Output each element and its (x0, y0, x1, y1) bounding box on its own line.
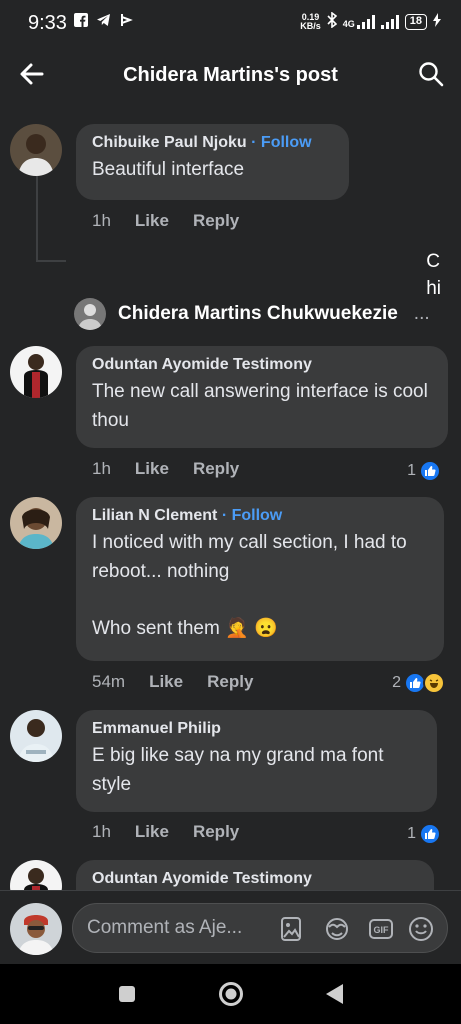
comment-time: 1h (92, 459, 111, 478)
emoji-icon[interactable] (407, 915, 435, 943)
more-ellipsis: ... (413, 303, 430, 324)
comment-input[interactable]: Comment as Aje... GIF (72, 903, 448, 953)
reaction-count: 2 (392, 674, 401, 691)
reply-button[interactable]: Reply (193, 822, 239, 842)
status-bar: 9:33 0.19 KB/s 4G 18 (0, 0, 461, 46)
comment-author[interactable]: Lilian N Clement (92, 507, 217, 524)
comment-actions: 54m Like Reply (92, 672, 253, 692)
comment-composer: Comment as Aje... GIF (0, 890, 461, 964)
photo-icon[interactable] (277, 915, 305, 943)
back-nav-icon[interactable] (324, 983, 344, 1010)
comment-actions: 1h Like Reply (92, 459, 239, 479)
reply-author[interactable]: Chidera Martins Chukwuekezie (118, 303, 398, 325)
thread-line (36, 176, 66, 262)
facebook-icon (74, 13, 88, 31)
follow-button[interactable]: · Follow (222, 507, 282, 524)
reaction-summary[interactable]: 2 (392, 672, 445, 694)
comment-time: 1h (92, 211, 111, 230)
network-speed: 0.19 KB/s (300, 11, 321, 31)
status-time: 9:33 (28, 12, 67, 34)
bluetooth-icon (327, 11, 337, 31)
comment-placeholder: Comment as Aje... (87, 917, 243, 938)
comment-text: E big like say na my grand ma font style (92, 745, 384, 795)
reaction-summary[interactable]: 1 (407, 823, 441, 845)
comment-time: 1h (92, 822, 111, 841)
system-nav-bar (0, 964, 461, 1024)
like-button[interactable]: Like (135, 211, 169, 231)
comment-bubble: Chibuike Paul Njoku · Follow Beautiful i… (76, 124, 349, 200)
svg-text:GIF: GIF (374, 925, 390, 935)
battery-icon: 18 (404, 13, 427, 30)
page-title: Chidera Martins's post (123, 64, 338, 86)
my-avatar[interactable] (10, 903, 62, 955)
comment-text: Beautiful interface (92, 159, 245, 180)
comment-text: I noticed with my call section, I had to… (92, 532, 407, 582)
home-icon[interactable] (218, 981, 244, 1012)
comment-author[interactable]: Chibuike Paul Njoku (92, 134, 247, 151)
comment-text: Who sent them 🤦 😦 (92, 618, 278, 639)
like-reaction-icon (419, 460, 441, 482)
reply-button[interactable]: Reply (193, 211, 239, 231)
maps-icon (119, 13, 133, 31)
header: Chidera Martins's post (0, 46, 461, 104)
comment-bubble: Oduntan Ayomide Testimony The new call a… (76, 346, 448, 448)
comment-time: 54m (92, 672, 126, 691)
reaction-summary[interactable]: 1 (407, 460, 441, 482)
reply-preview[interactable]: Chidera Martins Chukwuekezie ... (74, 298, 430, 330)
haha-reaction-icon (423, 672, 445, 694)
avatar[interactable] (10, 124, 62, 176)
comment-text: The new call answering interface is cool… (92, 381, 428, 431)
avatar[interactable] (10, 346, 62, 398)
avatar (74, 298, 106, 330)
comment-author[interactable]: Oduntan Ayomide Testimony (92, 356, 432, 374)
like-button[interactable]: Like (135, 459, 169, 479)
comment-author[interactable]: Oduntan Ayomide Testimony (92, 870, 418, 888)
reaction-count: 1 (407, 462, 416, 479)
recents-icon[interactable] (118, 985, 136, 1008)
telegram-icon (96, 13, 111, 31)
signal-icon-2 (380, 14, 399, 29)
search-icon[interactable] (417, 60, 445, 88)
comment-actions: 1h Like Reply (92, 822, 239, 842)
reaction-count: 1 (407, 825, 416, 842)
truncated-text: C hi (426, 251, 441, 299)
comment-author[interactable]: Emmanuel Philip (92, 720, 421, 738)
network-type: 4G (342, 18, 355, 29)
follow-button[interactable]: · Follow (251, 134, 311, 151)
signal-icon (356, 14, 375, 29)
avatar[interactable] (10, 497, 62, 549)
like-button[interactable]: Like (149, 672, 183, 692)
charging-icon (433, 13, 441, 30)
reply-button[interactable]: Reply (193, 459, 239, 479)
comment-bubble: Lilian N Clement · Follow I noticed with… (76, 497, 444, 661)
reply-button[interactable]: Reply (207, 672, 253, 692)
like-button[interactable]: Like (135, 822, 169, 842)
comment-bubble: Emmanuel Philip E big like say na my gra… (76, 710, 437, 812)
avatar[interactable] (10, 710, 62, 762)
like-reaction-icon (419, 823, 441, 845)
comment-actions: 1h Like Reply (92, 211, 239, 231)
gif-icon[interactable]: GIF (367, 915, 395, 943)
avatar-sticker-icon[interactable] (323, 915, 351, 943)
